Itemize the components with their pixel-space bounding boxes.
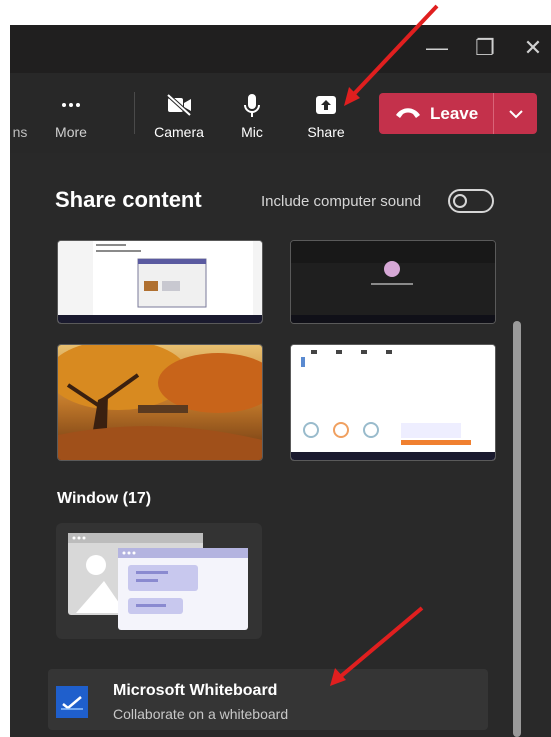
cut-off-label: ns	[12, 124, 28, 140]
screen-thumbnail-2[interactable]	[290, 240, 496, 324]
window-share-card[interactable]	[56, 523, 262, 639]
title-bar: — ❐ ✕	[10, 25, 551, 73]
toggle-knob	[453, 194, 467, 208]
whiteboard-icon	[56, 686, 88, 718]
share-tray-icon	[303, 93, 349, 117]
include-sound-toggle[interactable]	[448, 189, 494, 213]
more-label: More	[55, 124, 87, 140]
leave-label: Leave	[430, 104, 479, 123]
leave-button-group: Leave	[379, 93, 537, 134]
screen-preview-meeting	[291, 241, 495, 323]
share-button[interactable]: Share	[303, 73, 349, 153]
screen-thumbnail-3[interactable]	[57, 344, 263, 461]
phone-hangup-icon	[394, 103, 422, 128]
meeting-toolbar: ns More Camera Mic Share Leave	[10, 73, 551, 153]
screen-preview-autumn-wallpaper	[58, 345, 262, 460]
cut-off-toolbar-item[interactable]: ns	[10, 73, 30, 153]
window-section-label: Window (17)	[57, 490, 152, 507]
screen-thumbnail-4[interactable]	[290, 344, 496, 461]
minimize-button[interactable]: —	[420, 31, 454, 65]
share-label: Share	[307, 124, 345, 140]
chevron-down-icon	[508, 106, 524, 127]
camera-button[interactable]: Camera	[148, 73, 210, 153]
window-illustration	[68, 533, 248, 630]
toolbar-divider	[134, 92, 135, 134]
close-button[interactable]: ✕	[516, 31, 550, 65]
screen-thumbnail-1[interactable]	[57, 240, 263, 324]
camera-label: Camera	[154, 124, 204, 140]
include-sound-label: Include computer sound	[261, 193, 422, 210]
leave-options-button[interactable]	[494, 93, 537, 134]
more-button[interactable]: More	[51, 73, 91, 153]
mic-label: Mic	[241, 124, 263, 140]
whiteboard-subtitle: Collaborate on a whiteboard	[113, 706, 289, 722]
screen-preview-document	[58, 241, 262, 323]
screen-preview-dashboard	[291, 345, 495, 460]
microsoft-whiteboard-option[interactable]: Microsoft Whiteboard Collaborate on a wh…	[48, 669, 488, 730]
more-icon	[51, 93, 91, 117]
mic-icon	[232, 93, 272, 117]
restore-button[interactable]: ❐	[468, 31, 502, 65]
whiteboard-title: Microsoft Whiteboard	[113, 682, 278, 699]
mic-button[interactable]: Mic	[232, 73, 272, 153]
leave-button[interactable]: Leave	[379, 93, 493, 134]
share-content-title: Share content	[55, 187, 202, 212]
share-content-panel: Share content Include computer sound Win…	[10, 153, 551, 737]
camera-off-icon	[148, 93, 210, 117]
panel-scrollbar[interactable]	[513, 321, 521, 737]
